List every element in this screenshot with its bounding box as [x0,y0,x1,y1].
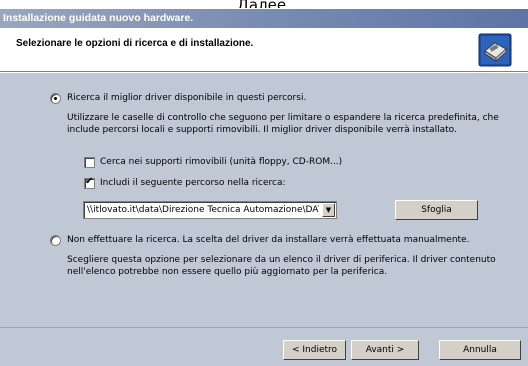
manual-option-label[interactable]: Non effettuare la ricerca. La scelta del… [67,235,469,246]
window-titlebar[interactable]: Installazione guidata nuovo hardware. [0,9,528,28]
window-title: Installazione guidata nuovo hardware. [3,12,194,24]
removable-media-label[interactable]: Cerca nei supporti rimovibili (unità flo… [100,157,342,168]
search-radio[interactable] [50,93,61,104]
search-option-description: Utilizzare le caselle di controllo che s… [67,113,499,135]
next-button[interactable]: Avanti > [351,340,419,360]
path-combobox[interactable]: \\itlovato.it\data\Direzione Tecnica Aut… [83,201,337,219]
wizard-header: Selezionare le opzioni di ricerca e di i… [0,28,528,72]
removable-media-checkbox[interactable] [84,157,95,168]
path-input[interactable]: \\itlovato.it\data\Direzione Tecnica Aut… [87,205,319,216]
hardware-wizard-icon [478,33,512,67]
cancel-button[interactable]: Annulla [439,340,521,360]
manual-radio[interactable] [50,235,61,246]
search-option-label[interactable]: Ricerca il miglior driver disponibile in… [67,93,306,104]
include-path-checkbox[interactable] [84,176,95,189]
manual-option-description: Scegliere questa opzione per selezionare… [67,255,496,277]
browse-button[interactable]: Sfoglia [395,200,478,220]
header-title: Selezionare le opzioni di ricerca e di i… [16,38,254,49]
include-path-label[interactable]: Includi il seguente percorso nella ricer… [100,178,286,189]
cropped-caption: Далее. [0,0,528,8]
chevron-down-icon[interactable]: ▼ [322,203,335,217]
back-button[interactable]: < Indietro [283,340,346,360]
